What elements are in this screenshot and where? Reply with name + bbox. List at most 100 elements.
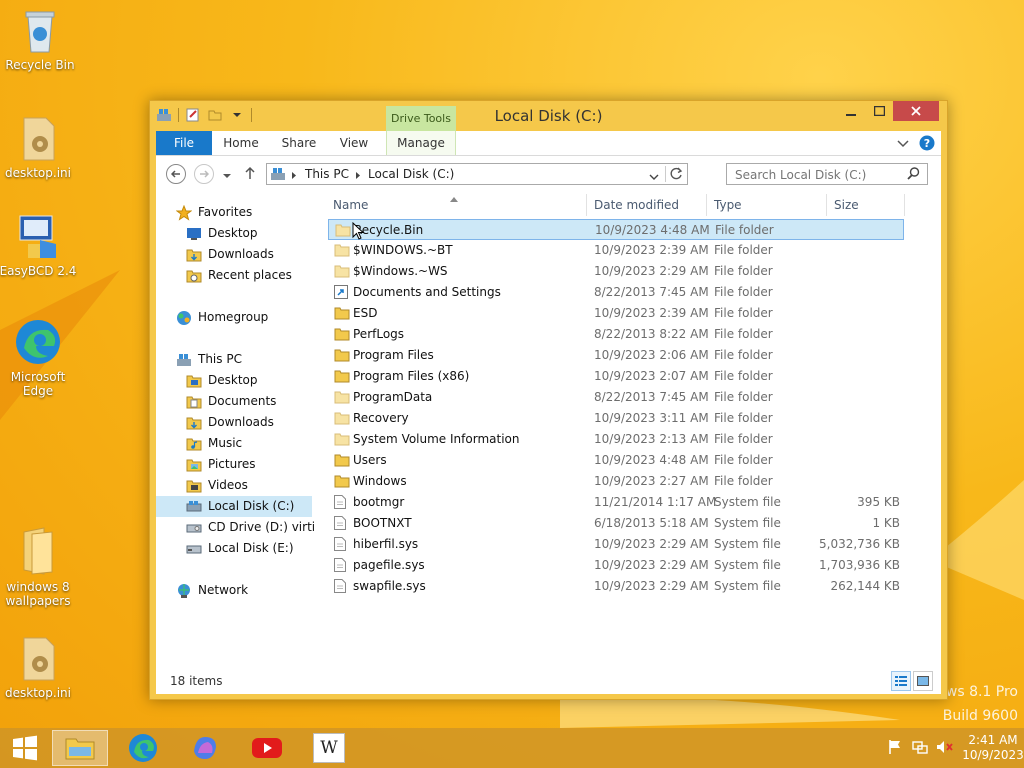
forward-button[interactable] bbox=[194, 164, 214, 184]
window-title: Local Disk (C:) bbox=[494, 107, 603, 125]
column-header-date-modified[interactable]: Date modified bbox=[594, 198, 679, 212]
title-bar[interactable]: Drive Tools Local Disk (C:) bbox=[150, 101, 947, 132]
start-button[interactable] bbox=[0, 730, 50, 766]
file-row[interactable]: swapfile.sys 10/9/2023 2:29 AM System file… bbox=[328, 576, 904, 597]
file-row[interactable]: ESD 10/9/2023 2:39 AM File folder bbox=[328, 303, 904, 324]
music-folder-icon bbox=[186, 437, 202, 451]
breadcrumb-this-pc[interactable]: This PC bbox=[305, 167, 349, 181]
file-row[interactable]: Windows 10/9/2023 2:27 AM File folder bbox=[328, 471, 904, 492]
minimize-button[interactable] bbox=[837, 101, 865, 121]
file-row[interactable]: hiberfil.sys 10/9/2023 2:29 AM System file… bbox=[328, 534, 904, 555]
clock[interactable]: 2:41 AM 10/9/2023 bbox=[962, 733, 1024, 763]
nav-this-pc[interactable]: This PC bbox=[176, 349, 242, 370]
tab-file[interactable]: File bbox=[156, 131, 212, 155]
file-row[interactable]: Users 10/9/2023 4:48 AM File folder bbox=[328, 450, 904, 471]
easybcd-icon bbox=[19, 215, 56, 258]
volume-muted-icon[interactable] bbox=[936, 739, 954, 758]
file-row[interactable]: $Windows.~WS 10/9/2023 2:29 AM File folder bbox=[328, 261, 904, 282]
file-row[interactable]: PerfLogs 8/22/2013 8:22 AM File folder bbox=[328, 324, 904, 345]
nav-favorites-downloads[interactable]: Downloads bbox=[186, 244, 274, 265]
address-bar[interactable]: This PC Local Disk (C:) bbox=[266, 163, 688, 185]
nav-favorites[interactable]: Favorites bbox=[176, 202, 252, 223]
address-history-chevron-icon[interactable] bbox=[649, 170, 659, 184]
column-separator[interactable] bbox=[904, 194, 905, 216]
network-tray-icon[interactable] bbox=[912, 739, 928, 758]
refresh-icon[interactable] bbox=[670, 167, 683, 183]
expand-ribbon-chevron-icon[interactable] bbox=[897, 138, 909, 152]
desktop-icon-recycle-bin[interactable]: Recycle Bin bbox=[0, 8, 80, 72]
nav-pc-music[interactable]: Music bbox=[186, 433, 242, 454]
file-row[interactable]: System Volume Information 10/9/2023 2:13 … bbox=[328, 429, 904, 450]
nav-favorites-recent[interactable]: Recent places bbox=[186, 265, 292, 286]
taskbar-youtube[interactable] bbox=[239, 730, 295, 766]
nav-pc-documents[interactable]: Documents bbox=[186, 391, 276, 412]
nav-homegroup[interactable]: Homegroup bbox=[176, 307, 268, 328]
file-date-modified: 10/9/2023 2:29 AM bbox=[594, 264, 709, 278]
file-size: 395 KB bbox=[857, 495, 900, 509]
taskbar-copilot[interactable] bbox=[177, 730, 233, 766]
column-header-type[interactable]: Type bbox=[714, 198, 742, 212]
nav-label: Pictures bbox=[208, 457, 256, 471]
back-button[interactable] bbox=[166, 164, 186, 184]
file-row[interactable]: Recycle.Bin 10/9/2023 4:48 AM File folder bbox=[328, 219, 904, 240]
breadcrumb-local-disk[interactable]: Local Disk (C:) bbox=[368, 167, 454, 181]
minimize-icon bbox=[846, 114, 856, 116]
tab-manage[interactable]: Manage bbox=[386, 131, 456, 155]
column-separator[interactable] bbox=[706, 194, 707, 216]
desktop-icon-desktop-ini-2[interactable]: desktop.ini bbox=[0, 636, 78, 700]
nav-favorites-desktop[interactable]: Desktop bbox=[186, 223, 258, 244]
action-center-flag-icon[interactable] bbox=[888, 739, 902, 758]
file-type: System file bbox=[714, 558, 781, 572]
file-row[interactable]: pagefile.sys 10/9/2023 2:29 AM System file… bbox=[328, 555, 904, 576]
up-button[interactable] bbox=[244, 166, 256, 183]
taskbar-wikipedia[interactable]: W bbox=[301, 730, 357, 766]
file-row[interactable]: Documents and Settings 8/22/2013 7:45 AM F… bbox=[328, 282, 904, 303]
nav-pc-local-disk-c[interactable]: Local Disk (C:) bbox=[156, 496, 312, 517]
file-row[interactable]: BOOTNXT 6/18/2013 5:18 AM System file 1 KB bbox=[328, 513, 904, 534]
taskbar: W 2:41 AM 10/9/2023 bbox=[0, 728, 1024, 768]
file-name: hiberfil.sys bbox=[353, 537, 419, 551]
column-separator[interactable] bbox=[826, 194, 827, 216]
recent-locations-chevron-icon[interactable] bbox=[222, 169, 232, 183]
column-separator[interactable] bbox=[586, 194, 587, 216]
downloads-folder-icon bbox=[186, 248, 202, 262]
desktop-icon-wallpapers-folder[interactable]: windows 8 wallpapers bbox=[0, 526, 78, 608]
help-icon[interactable]: ? bbox=[919, 135, 935, 154]
desktop-icon-easybcd[interactable]: EasyBCD 2.4 bbox=[0, 214, 78, 278]
file-name: System Volume Information bbox=[353, 432, 520, 446]
desktop-icon-microsoft-edge[interactable]: Microsoft Edge bbox=[0, 318, 78, 398]
file-row[interactable]: bootmgr 11/21/2014 1:17 AM System file 395 … bbox=[328, 492, 904, 513]
large-icons-view-button[interactable] bbox=[913, 671, 933, 691]
search-box bbox=[726, 163, 928, 185]
search-input[interactable] bbox=[733, 165, 907, 185]
file-name: swapfile.sys bbox=[353, 579, 426, 593]
nav-pc-videos[interactable]: Videos bbox=[186, 475, 248, 496]
tab-home[interactable]: Home bbox=[218, 131, 264, 155]
videos-folder-icon bbox=[186, 479, 202, 493]
nav-pc-local-disk-e[interactable]: Local Disk (E:) bbox=[186, 538, 294, 559]
column-header-name[interactable]: Name bbox=[333, 198, 368, 212]
column-header-size[interactable]: Size bbox=[834, 198, 859, 212]
taskbar-file-explorer[interactable] bbox=[52, 730, 108, 766]
file-row[interactable]: Recovery 10/9/2023 3:11 AM File folder bbox=[328, 408, 904, 429]
nav-pc-desktop[interactable]: Desktop bbox=[186, 370, 258, 391]
file-name: Users bbox=[353, 453, 387, 467]
nav-network[interactable]: Network bbox=[176, 580, 248, 601]
taskbar-edge[interactable] bbox=[115, 730, 171, 766]
nav-pc-pictures[interactable]: Pictures bbox=[186, 454, 256, 475]
desktop-icon-desktop-ini[interactable]: desktop.ini bbox=[0, 116, 78, 180]
details-view-button[interactable] bbox=[891, 671, 911, 691]
system-file-icon bbox=[334, 579, 346, 600]
file-row[interactable]: $WINDOWS.~BT 10/9/2023 2:39 AM File folder bbox=[328, 240, 904, 261]
tab-view[interactable]: View bbox=[332, 131, 376, 155]
nav-pc-downloads[interactable]: Downloads bbox=[186, 412, 274, 433]
search-icon[interactable] bbox=[907, 167, 920, 183]
nav-pc-cd-drive-d[interactable]: CD Drive (D:) virtio-w bbox=[186, 517, 314, 538]
file-row[interactable]: ProgramData 8/22/2013 7:45 AM File folder bbox=[328, 387, 904, 408]
explorer-window: Drive Tools Local Disk (C:) File Home Sh… bbox=[149, 100, 948, 700]
tab-share[interactable]: Share bbox=[276, 131, 322, 155]
file-row[interactable]: Program Files (x86) 10/9/2023 2:07 AM File… bbox=[328, 366, 904, 387]
close-button[interactable] bbox=[893, 101, 939, 121]
maximize-button[interactable] bbox=[865, 101, 893, 121]
file-row[interactable]: Program Files 10/9/2023 2:06 AM File folde… bbox=[328, 345, 904, 366]
